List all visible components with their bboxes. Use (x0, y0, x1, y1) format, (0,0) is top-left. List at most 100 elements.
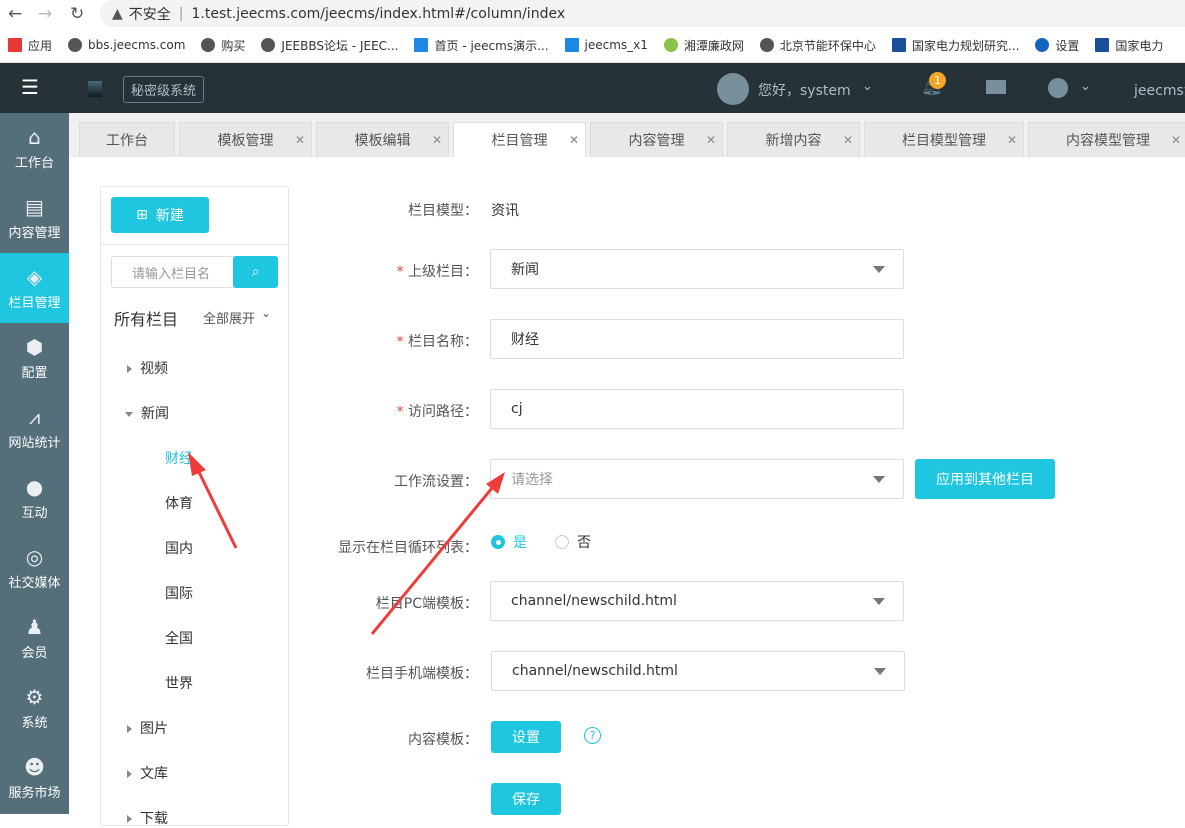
site-icon (564, 38, 579, 52)
chat-icon: ● (25, 474, 44, 499)
sidebar-item-system[interactable]: ⚙ 系统 (0, 673, 69, 743)
chevron-down-icon[interactable]: ⌄ (862, 79, 873, 94)
document-icon: ▤ (25, 194, 44, 219)
search-icon: ⌕ (251, 264, 260, 280)
sidebar-item-stats[interactable]: ⩘ 网站统计 (0, 393, 69, 463)
url-field[interactable]: ▲ 不安全 | 1.test.jeecms.com/jeecms/index.h… (100, 0, 1185, 27)
sidebar-item-workbench[interactable]: ⌂ 工作台 (0, 113, 69, 183)
close-icon[interactable]: ✕ (569, 133, 579, 147)
caret-down-icon (873, 266, 885, 273)
user-greeting[interactable]: 您好，system (758, 80, 851, 100)
column-name-input[interactable]: 财经 (490, 319, 904, 359)
system-badge: 秘密级系统 (123, 76, 205, 103)
monitor-icon[interactable] (986, 80, 1006, 94)
new-column-button[interactable]: ⊞ 新建 (111, 197, 209, 233)
apply-to-other-columns-button[interactable]: 应用到其他栏目 (915, 459, 1055, 499)
gear-icon (1035, 38, 1050, 52)
caret-right-icon (127, 815, 132, 823)
pc-template-select[interactable]: channel/newschild.html (490, 581, 904, 621)
tab-new-content[interactable]: 新增内容 ✕ (727, 122, 860, 157)
chevron-down-icon[interactable]: ⌄ (1080, 79, 1091, 94)
site-name[interactable]: jeecms演 (1134, 80, 1185, 100)
tree-node-world[interactable]: 世界 (165, 673, 193, 693)
tree-node-library[interactable]: 文库 (127, 763, 168, 783)
bookmark[interactable]: 首页 - jeecms演示... (414, 37, 549, 54)
radio-yes[interactable] (491, 535, 505, 549)
bookmark[interactable]: jeecms_x1 (564, 38, 648, 52)
globe-icon (68, 38, 83, 52)
tree-node-pictures[interactable]: 图片 (127, 718, 168, 738)
tree-node-intl[interactable]: 国际 (165, 583, 193, 603)
bookmarks-bar: 应用 bbs.jeecms.com 购买 JEEBBS论坛 - JEEC... … (0, 28, 1185, 63)
site-icon (891, 38, 906, 52)
tab-template-edit[interactable]: 模板编辑 ✕ (316, 122, 449, 157)
menu-icon[interactable]: ☰ (21, 75, 39, 99)
mobile-template-select[interactable]: channel/newschild.html (491, 651, 905, 691)
browser-address-bar: ← → ↻ ▲ 不安全 | 1.test.jeecms.com/jeecms/i… (0, 0, 1185, 28)
insecure-label: 不安全 (128, 6, 171, 23)
name-label: * 栏目名称： (396, 334, 478, 350)
sidebar-item-columns[interactable]: ◈ 栏目管理 (0, 253, 69, 323)
close-icon[interactable]: ✕ (432, 133, 442, 147)
chevron-down-icon[interactable]: ⌄ (261, 306, 271, 320)
access-path-input[interactable]: cj (490, 389, 904, 429)
save-button[interactable]: 保存 (491, 783, 561, 815)
expand-all-toggle[interactable]: 全部展开 (203, 308, 255, 327)
tab-workbench[interactable]: 工作台 (79, 122, 175, 157)
tree-node-finance[interactable]: 财经 (165, 448, 193, 468)
tab-bar: 工作台 模板管理 ✕ 模板编辑 ✕ 栏目管理 ✕ 内容管理 ✕ 新增内容 ✕ 栏目模型管理… (69, 113, 1185, 157)
caret-down-icon (125, 411, 133, 417)
search-button[interactable]: ⌕ (233, 256, 278, 288)
tree-node-sports[interactable]: 体育 (165, 493, 193, 513)
close-icon[interactable]: ✕ (843, 133, 853, 147)
parent-column-select[interactable]: 新闻 (490, 249, 904, 289)
user-icon: ♟ (25, 614, 44, 639)
close-icon[interactable]: ✕ (1007, 133, 1017, 147)
workflow-select[interactable]: 请选择 (490, 459, 904, 499)
palette-icon[interactable] (1048, 78, 1068, 98)
sidebar-item-content[interactable]: ▤ 内容管理 (0, 183, 69, 253)
bookmark[interactable]: 国家电力规划研究... (891, 37, 1019, 54)
back-icon[interactable]: ← (8, 4, 22, 24)
caret-right-icon (127, 770, 132, 778)
sidebar-item-config[interactable]: ⬢ 配置 (0, 323, 69, 393)
tab-column-model[interactable]: 栏目模型管理 ✕ (864, 122, 1024, 157)
help-icon[interactable]: ? (584, 727, 601, 744)
forward-icon[interactable]: → (38, 4, 52, 24)
close-icon[interactable]: ✕ (295, 133, 305, 147)
bookmark[interactable]: 湘潭廉政网 (663, 37, 744, 54)
tree-node-download[interactable]: 下载 (127, 808, 168, 828)
tab-column-mgmt[interactable]: 栏目管理 ✕ (453, 122, 586, 157)
tree-title: 所有栏目 (114, 310, 179, 329)
warning-icon: ▲ (112, 5, 123, 22)
avatar[interactable] (717, 73, 749, 105)
tab-template-mgmt[interactable]: 模板管理 ✕ (179, 122, 312, 157)
bookmark[interactable]: bbs.jeecms.com (68, 38, 185, 52)
tab-content-model[interactable]: 内容模型管理 ✕ (1028, 122, 1185, 157)
reload-icon[interactable]: ↻ (70, 4, 84, 24)
close-icon[interactable]: ✕ (706, 133, 716, 147)
tree-node-domestic[interactable]: 国内 (165, 538, 193, 558)
tree-node-news[interactable]: 新闻 (125, 403, 169, 423)
sidebar-item-social[interactable]: ◎ 社交媒体 (0, 533, 69, 603)
home-icon: ⌂ (28, 124, 41, 149)
bookmark[interactable]: 北京节能环保中心 (759, 37, 876, 54)
tree-node-national[interactable]: 全国 (165, 628, 193, 648)
close-icon[interactable]: ✕ (1171, 133, 1181, 147)
sidebar-item-market[interactable]: ☻ 服务市场 (0, 743, 69, 813)
bookmark[interactable]: JEEBBS论坛 - JEEC... (261, 37, 398, 54)
bookmark[interactable]: 购买 (201, 37, 245, 54)
bookmark[interactable]: 应用 (8, 37, 52, 54)
chart-icon: ⩘ (28, 404, 41, 429)
leaf-icon (663, 38, 678, 52)
column-search-input[interactable]: 请输入栏目名 (111, 256, 234, 288)
bookmark[interactable]: 设置 (1035, 37, 1079, 54)
radio-no[interactable] (555, 535, 569, 549)
content-template-label: 内容模板： (408, 732, 478, 748)
tree-node-video[interactable]: 视频 (127, 358, 168, 378)
sidebar-item-interaction[interactable]: ● 互动 (0, 463, 69, 533)
tab-content-mgmt[interactable]: 内容管理 ✕ (590, 122, 723, 157)
bookmark[interactable]: 国家电力 (1095, 37, 1163, 54)
sidebar-item-members[interactable]: ♟ 会员 (0, 603, 69, 673)
set-content-template-button[interactable]: 设置 (491, 721, 561, 753)
